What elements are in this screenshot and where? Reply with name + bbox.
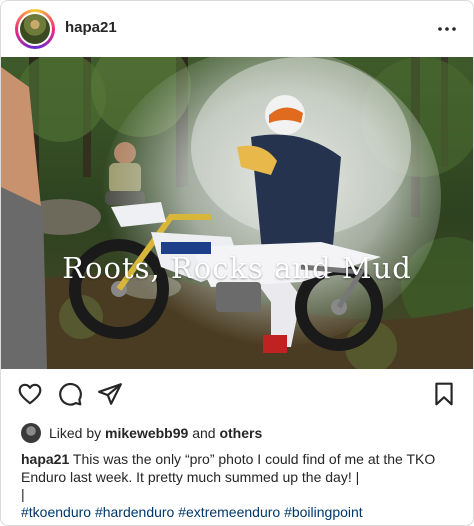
heart-icon[interactable] <box>17 381 43 407</box>
overlay-title: Roots, Rocks and Mud <box>62 251 412 285</box>
likes-others-link[interactable]: others <box>219 425 262 441</box>
paper-plane-icon[interactable] <box>97 381 123 407</box>
post-header: hapa21 <box>1 1 473 57</box>
caption-text: This was the only “pro” photo I could fi… <box>21 451 436 485</box>
comment-icon[interactable] <box>57 381 83 407</box>
bookmark-icon[interactable] <box>431 381 457 407</box>
caption-line2: | <box>21 486 25 502</box>
story-ring[interactable] <box>15 9 55 49</box>
liker-avatar[interactable] <box>21 423 41 443</box>
action-bar <box>1 373 473 417</box>
more-horizontal-icon[interactable] <box>437 21 457 37</box>
caption-hashtags[interactable]: #tkoenduro #hardenduro #extremeenduro #b… <box>21 504 363 520</box>
caption-username[interactable]: hapa21 <box>21 451 69 467</box>
liker-username[interactable]: mikewebb99 <box>105 425 188 441</box>
instagram-post: hapa21 Roots, Rocks and Mud Liked by mik… <box>0 0 474 526</box>
post-username[interactable]: hapa21 <box>65 19 117 36</box>
enduro-photo <box>1 57 473 369</box>
post-caption: hapa21 This was the only “pro” photo I c… <box>21 451 461 521</box>
profile-avatar <box>20 14 50 44</box>
likes-summary: Liked by mikewebb99 and others <box>21 422 262 444</box>
post-image[interactable]: Roots, Rocks and Mud <box>1 57 473 369</box>
